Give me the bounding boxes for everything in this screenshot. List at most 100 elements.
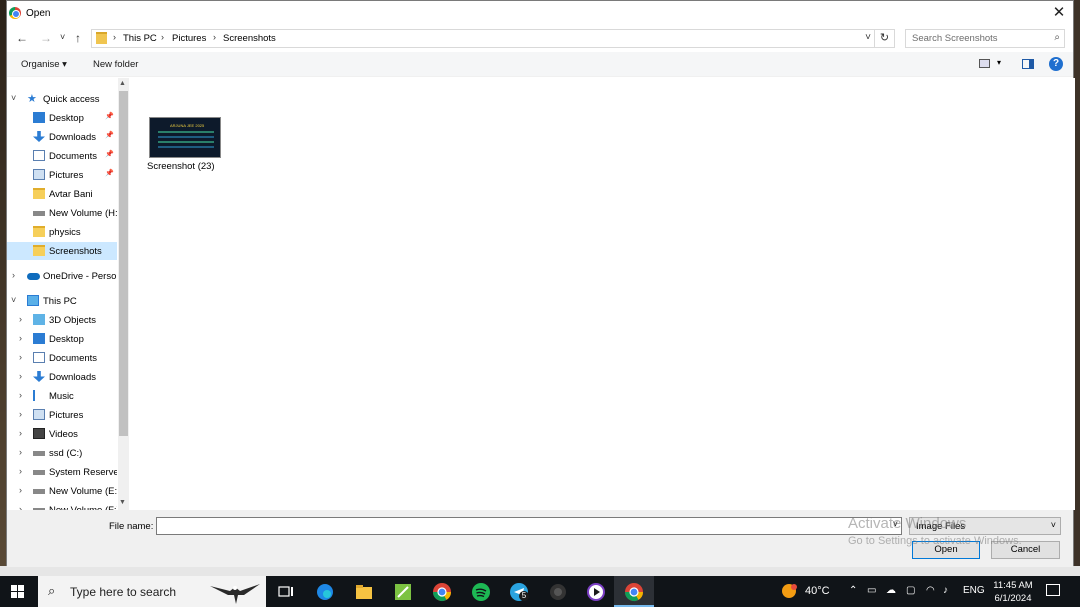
sidebar-item-pc-pictures[interactable]: › Pictures	[7, 406, 117, 424]
chevron-right-icon[interactable]: ›	[19, 314, 22, 324]
app-dark-icon[interactable]	[548, 582, 568, 602]
sidebar-item-pc-ssd-c-[interactable]: › ssd (C:)	[7, 444, 117, 462]
sidebar-item-pc-music[interactable]: › Music	[7, 387, 117, 405]
chevron-down-icon[interactable]: ▾	[997, 58, 1001, 67]
weather-icon[interactable]	[780, 581, 800, 601]
address-bar[interactable]: › This PC › Pictures › Screenshots ˅ ↻	[91, 29, 895, 48]
nav-item-label: Quick access	[43, 94, 100, 105]
onedrive-cloud-icon[interactable]: ☁	[886, 585, 896, 596]
sidebar-item-documents[interactable]: Documents 📌	[7, 147, 117, 165]
nav-this-pc[interactable]: ˅ This PC	[7, 292, 117, 310]
folder-icon	[96, 32, 107, 44]
nav-onedrive[interactable]: › OneDrive - Persor	[7, 267, 117, 285]
drive-icon	[33, 451, 45, 456]
chevron-down-icon[interactable]: ˅	[11, 93, 16, 103]
show-hidden-icons-icon[interactable]: ⌃	[849, 585, 857, 596]
chevron-right-icon[interactable]: ›	[19, 352, 22, 362]
sidebar-item-pc-3d-objects[interactable]: › 3D Objects	[7, 311, 117, 329]
help-button[interactable]: ?	[1049, 57, 1063, 71]
sidebar-item-pc-new-volume-f-[interactable]: ›New Volume (F:)	[7, 501, 117, 510]
taskbar-search-box[interactable]: ⌕ Type here to search	[38, 576, 266, 607]
chevron-right-icon: ›	[113, 32, 116, 42]
chevron-right-icon[interactable]: ›	[19, 428, 22, 438]
background-window-strip	[0, 566, 1080, 576]
forward-button[interactable]: →	[40, 31, 52, 45]
nav-item-label: ssd (C:)	[49, 448, 83, 459]
change-view-icon[interactable]	[979, 59, 990, 68]
scrollbar-thumb[interactable]	[119, 91, 128, 436]
sidebar-item-avtar-bani[interactable]: Avtar Bani	[7, 185, 117, 203]
3d-objects-icon	[33, 314, 45, 325]
scroll-down-icon[interactable]: ▼	[119, 499, 126, 506]
sidebar-item-pc-desktop[interactable]: › Desktop	[7, 330, 117, 348]
file-explorer-icon[interactable]	[354, 582, 374, 602]
scroll-up-icon[interactable]: ▲	[119, 80, 126, 87]
volume-icon[interactable]: ♪	[943, 585, 948, 596]
sidebar-item-pc-new-volume-e-[interactable]: › New Volume (E:)	[7, 482, 117, 500]
organise-button[interactable]: Organise ▾	[21, 59, 67, 70]
chrome-icon[interactable]	[432, 582, 452, 602]
sidebar-item-new-volume-h-[interactable]: New Volume (H:	[7, 204, 117, 222]
chevron-down-icon[interactable]: ˅	[865, 32, 871, 43]
nav-scrollbar[interactable]: ▲ ▼	[118, 78, 129, 510]
nav-item-label: physics	[49, 227, 81, 238]
sidebar-item-screenshots[interactable]: Screenshots	[7, 242, 117, 260]
sidebar-item-pc-videos[interactable]: › Videos	[7, 425, 117, 443]
chevron-right-icon[interactable]: ›	[19, 333, 22, 343]
search-input[interactable]: Search Screenshots ⌕	[905, 29, 1065, 48]
language-indicator[interactable]: ENG	[963, 585, 985, 596]
file-name-input[interactable]: ˅	[156, 517, 902, 535]
chevron-right-icon[interactable]: ›	[12, 270, 15, 280]
temperature-text[interactable]: 40°C	[805, 585, 830, 597]
chevron-right-icon[interactable]: ›	[19, 390, 22, 400]
sidebar-item-desktop[interactable]: Desktop 📌	[7, 109, 117, 127]
activation-watermark-subtitle: Go to Settings to activate Windows.	[848, 535, 1022, 547]
breadcrumb-pictures[interactable]: Pictures	[172, 33, 206, 44]
recent-locations-button[interactable]: ˅	[60, 32, 65, 42]
preview-pane-icon[interactable]	[1022, 59, 1034, 69]
meet-now-icon[interactable]: ▢	[906, 585, 915, 596]
chevron-down-icon[interactable]: ˅	[11, 295, 16, 305]
chevron-right-icon[interactable]: ›	[19, 447, 22, 457]
file-name-label[interactable]: Screenshot (23)	[147, 161, 215, 172]
file-thumbnail[interactable]: ARJUNA JEE 2025	[149, 117, 221, 158]
up-button[interactable]: ↑	[75, 31, 81, 45]
chevron-right-icon[interactable]: ›	[19, 466, 22, 476]
breadcrumb-this-pc[interactable]: This PC	[123, 33, 157, 44]
sidebar-item-pc-documents[interactable]: › Documents	[7, 349, 117, 367]
back-button[interactable]: ←	[16, 31, 28, 45]
sidebar-item-pc-downloads[interactable]: › Downloads	[7, 368, 117, 386]
sidebar-item-pictures[interactable]: Pictures 📌	[7, 166, 117, 184]
nav-item-label: OneDrive - Persor	[43, 271, 117, 282]
pin-icon: 📌	[105, 170, 114, 177]
chrome-active-icon[interactable]	[624, 582, 644, 602]
thumb-line	[158, 136, 214, 138]
windows-start-icon[interactable]	[11, 585, 25, 599]
edge-icon[interactable]	[315, 582, 335, 602]
wifi-icon[interactable]: ◠	[926, 585, 935, 596]
media-player-icon[interactable]	[586, 582, 606, 602]
nav-item-label: Screenshots	[49, 246, 102, 257]
task-view-icon[interactable]	[276, 582, 296, 602]
desktop-icon	[33, 112, 45, 123]
refresh-button[interactable]: ↻	[874, 30, 894, 47]
navigation-pane: ▲ ▼ ˅ ★ Quick access Desktop 📌 Downloads 📌 Docu…	[7, 78, 129, 510]
sidebar-item-downloads[interactable]: Downloads 📌	[7, 128, 117, 146]
sidebar-item-physics[interactable]: physics	[7, 223, 117, 241]
chevron-right-icon[interactable]: ›	[19, 371, 22, 381]
sidebar-item-pc-system-reservec[interactable]: › System Reservec	[7, 463, 117, 481]
spotify-icon[interactable]	[471, 582, 491, 602]
breadcrumb-screenshots[interactable]: Screenshots	[223, 33, 276, 44]
nav-item-label: Music	[49, 391, 74, 402]
chevron-right-icon[interactable]: ›	[19, 485, 22, 495]
notification-center-icon[interactable]	[1046, 584, 1060, 596]
close-button[interactable]: ✕	[1049, 3, 1069, 23]
nav-item-label: Pictures	[49, 410, 84, 421]
system-clock[interactable]: 11:45 AM 6/1/2024	[992, 579, 1034, 605]
battery-icon[interactable]: ▭	[867, 585, 876, 596]
chevron-right-icon[interactable]: ›	[19, 409, 22, 419]
onedrive-icon	[27, 273, 40, 280]
new-folder-button[interactable]: New folder	[93, 59, 138, 70]
app-green-icon[interactable]	[393, 582, 413, 602]
nav-quick-access[interactable]: ˅ ★ Quick access	[7, 90, 117, 108]
